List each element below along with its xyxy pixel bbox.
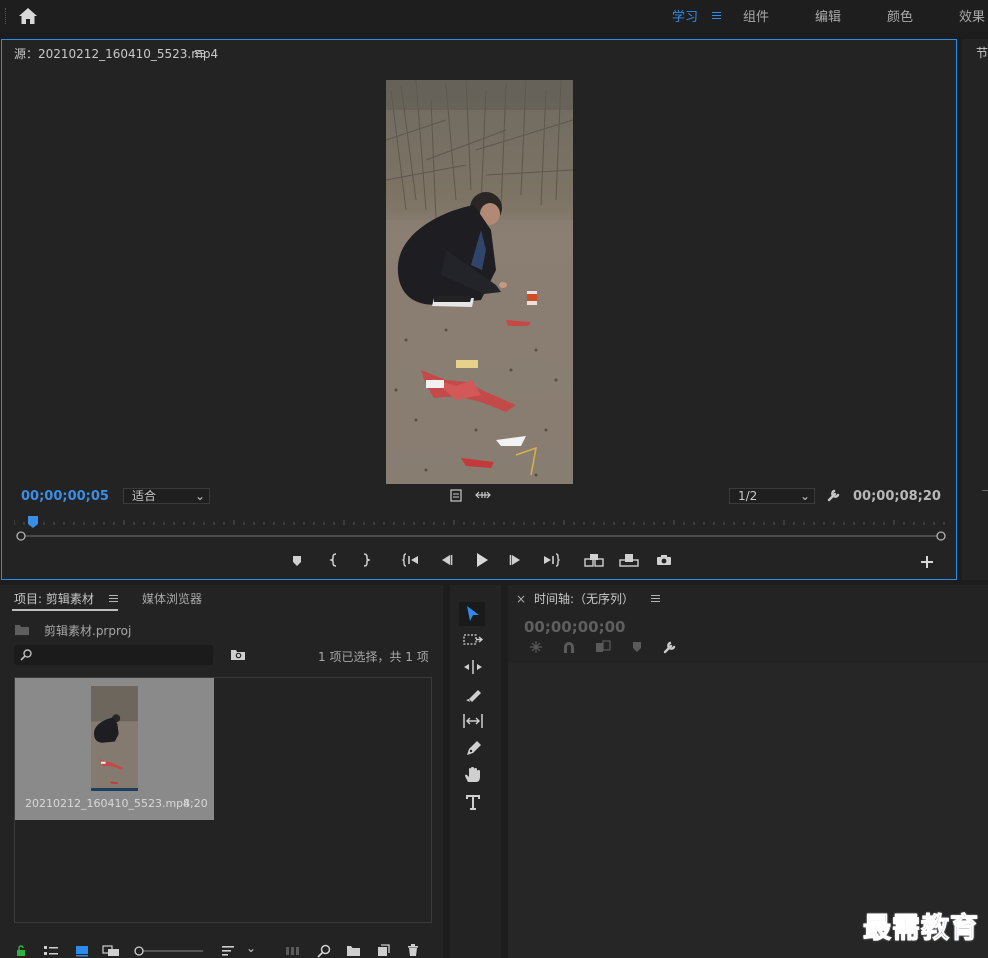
- snap-icon: [562, 640, 576, 654]
- clip-duration: 8;20: [183, 797, 208, 810]
- timeline-panel: × 时间轴:（无序列） 00;00;00;00: [508, 585, 988, 958]
- clip-usage-bar: [91, 788, 138, 791]
- folder-icon: [14, 623, 30, 636]
- search-input[interactable]: [14, 645, 213, 665]
- add-marker-icon[interactable]: [292, 555, 302, 567]
- settings-wrench-icon[interactable]: [827, 488, 841, 502]
- panel-menu-icon[interactable]: [109, 595, 118, 603]
- tab-project[interactable]: 项目: 剪辑素材: [14, 590, 94, 607]
- overwrite-icon[interactable]: [619, 553, 639, 567]
- search-icon: [20, 649, 32, 661]
- close-icon[interactable]: ×: [516, 592, 526, 606]
- clip-name: 20210212_160410_5523.mp4: [25, 797, 191, 810]
- project-panel: 项目: 剪辑素材 媒体浏览器 剪辑素材.prproj 1 项已选择，共 1 项: [0, 585, 443, 958]
- linked-selection-icon: [595, 640, 611, 654]
- clip-tile[interactable]: 20210212_160410_5523.mp4 8;20: [15, 678, 214, 820]
- project-file-name: 剪辑素材.prproj: [44, 624, 132, 638]
- source-monitor-title[interactable]: 源：20210212_160410_5523.mp4: [14, 45, 218, 62]
- video-preview[interactable]: [386, 80, 573, 484]
- freeform-view-icon[interactable]: [102, 945, 120, 957]
- selection-tool-icon[interactable]: [459, 602, 485, 626]
- add-marker-icon: [632, 641, 642, 653]
- plus-icon[interactable]: [921, 556, 933, 568]
- mark-in-icon[interactable]: [329, 553, 339, 567]
- clip-thumbnail: [91, 686, 138, 788]
- lock-icon[interactable]: [16, 945, 26, 957]
- tools-panel: [450, 585, 501, 958]
- hand-icon[interactable]: [462, 766, 484, 784]
- drag-video-icon[interactable]: [475, 490, 491, 500]
- source-monitor-panel: 源：20210212_160410_5523.mp4 00;00;00;05 适…: [1, 39, 957, 580]
- selection-status: 1 项已选择，共 1 项: [318, 650, 429, 664]
- play-icon[interactable]: [474, 552, 490, 568]
- step-back-icon[interactable]: [439, 553, 453, 567]
- go-to-out-icon[interactable]: [542, 553, 560, 567]
- track-select-icon[interactable]: [462, 631, 484, 649]
- panel-menu-icon[interactable]: [195, 50, 204, 58]
- new-search-bin-icon[interactable]: [230, 647, 246, 661]
- insert-icon[interactable]: [584, 553, 604, 567]
- nest-icon: [529, 640, 543, 654]
- workspace-tab-assembly[interactable]: 组件: [743, 6, 769, 25]
- divider: [982, 490, 988, 491]
- slip-icon[interactable]: [462, 712, 484, 730]
- razor-icon[interactable]: [462, 685, 484, 703]
- step-forward-icon[interactable]: [509, 553, 523, 567]
- workspace-tab-color[interactable]: 颜色: [887, 6, 913, 25]
- export-frame-icon[interactable]: [450, 489, 462, 502]
- mark-out-icon[interactable]: [361, 553, 371, 567]
- grip-handle[interactable]: [5, 8, 8, 24]
- workspace-tab-learn[interactable]: 学习: [672, 6, 698, 25]
- time-ruler[interactable]: [14, 512, 948, 532]
- new-item-icon[interactable]: [377, 944, 390, 957]
- trash-icon[interactable]: [407, 944, 419, 957]
- timeline-timecode[interactable]: 00;00;00;00: [524, 618, 626, 636]
- pen-icon[interactable]: [462, 739, 484, 757]
- zoom-select-value: 适合: [132, 489, 157, 503]
- hamburger-menu-icon[interactable]: [712, 12, 721, 20]
- zoom-select[interactable]: 适合 ⌄: [123, 488, 210, 504]
- ripple-edit-icon[interactable]: [462, 658, 484, 676]
- camera-icon[interactable]: [656, 554, 672, 566]
- chevron-down-icon: ⌄: [194, 489, 205, 503]
- workspace-tab-effects[interactable]: 效果: [959, 6, 985, 25]
- find-icon[interactable]: [317, 944, 331, 958]
- watermark-logo: 最需教育: [862, 911, 980, 945]
- go-to-in-icon[interactable]: [402, 553, 420, 567]
- duration-timecode: 00;00;08;20: [853, 489, 941, 504]
- home-icon[interactable]: [18, 7, 38, 25]
- right-panel-title[interactable]: 节: [976, 44, 988, 61]
- workspace-bar: 学习 组件 编辑 颜色 效果: [0, 0, 988, 32]
- right-panel: 节: [962, 39, 988, 580]
- current-timecode[interactable]: 00;00;00;05: [21, 489, 109, 504]
- resolution-select-value: 1/2: [738, 489, 758, 503]
- chevron-down-icon[interactable]: ⌄: [246, 941, 256, 955]
- panel-menu-icon[interactable]: [651, 595, 660, 603]
- type-icon[interactable]: [462, 793, 484, 811]
- zoom-scrollbar[interactable]: [16, 531, 946, 541]
- settings-wrench-icon[interactable]: [663, 640, 677, 654]
- tab-media-browser[interactable]: 媒体浏览器: [142, 590, 202, 607]
- workspace-tab-editing[interactable]: 编辑: [815, 6, 841, 25]
- resolution-select[interactable]: 1/2 ⌄: [729, 488, 815, 504]
- new-bin-icon[interactable]: [346, 945, 361, 957]
- chevron-down-icon: ⌄: [799, 489, 810, 503]
- timeline-title[interactable]: 时间轴:（无序列）: [534, 590, 634, 607]
- active-tab-underline: [12, 609, 118, 611]
- sort-icons-icon[interactable]: [221, 945, 235, 957]
- zoom-slider[interactable]: [133, 945, 203, 957]
- automate-to-sequence-icon: [285, 945, 301, 957]
- playhead[interactable]: [28, 516, 38, 528]
- list-view-icon[interactable]: [43, 945, 59, 957]
- icon-view-icon[interactable]: [75, 945, 89, 957]
